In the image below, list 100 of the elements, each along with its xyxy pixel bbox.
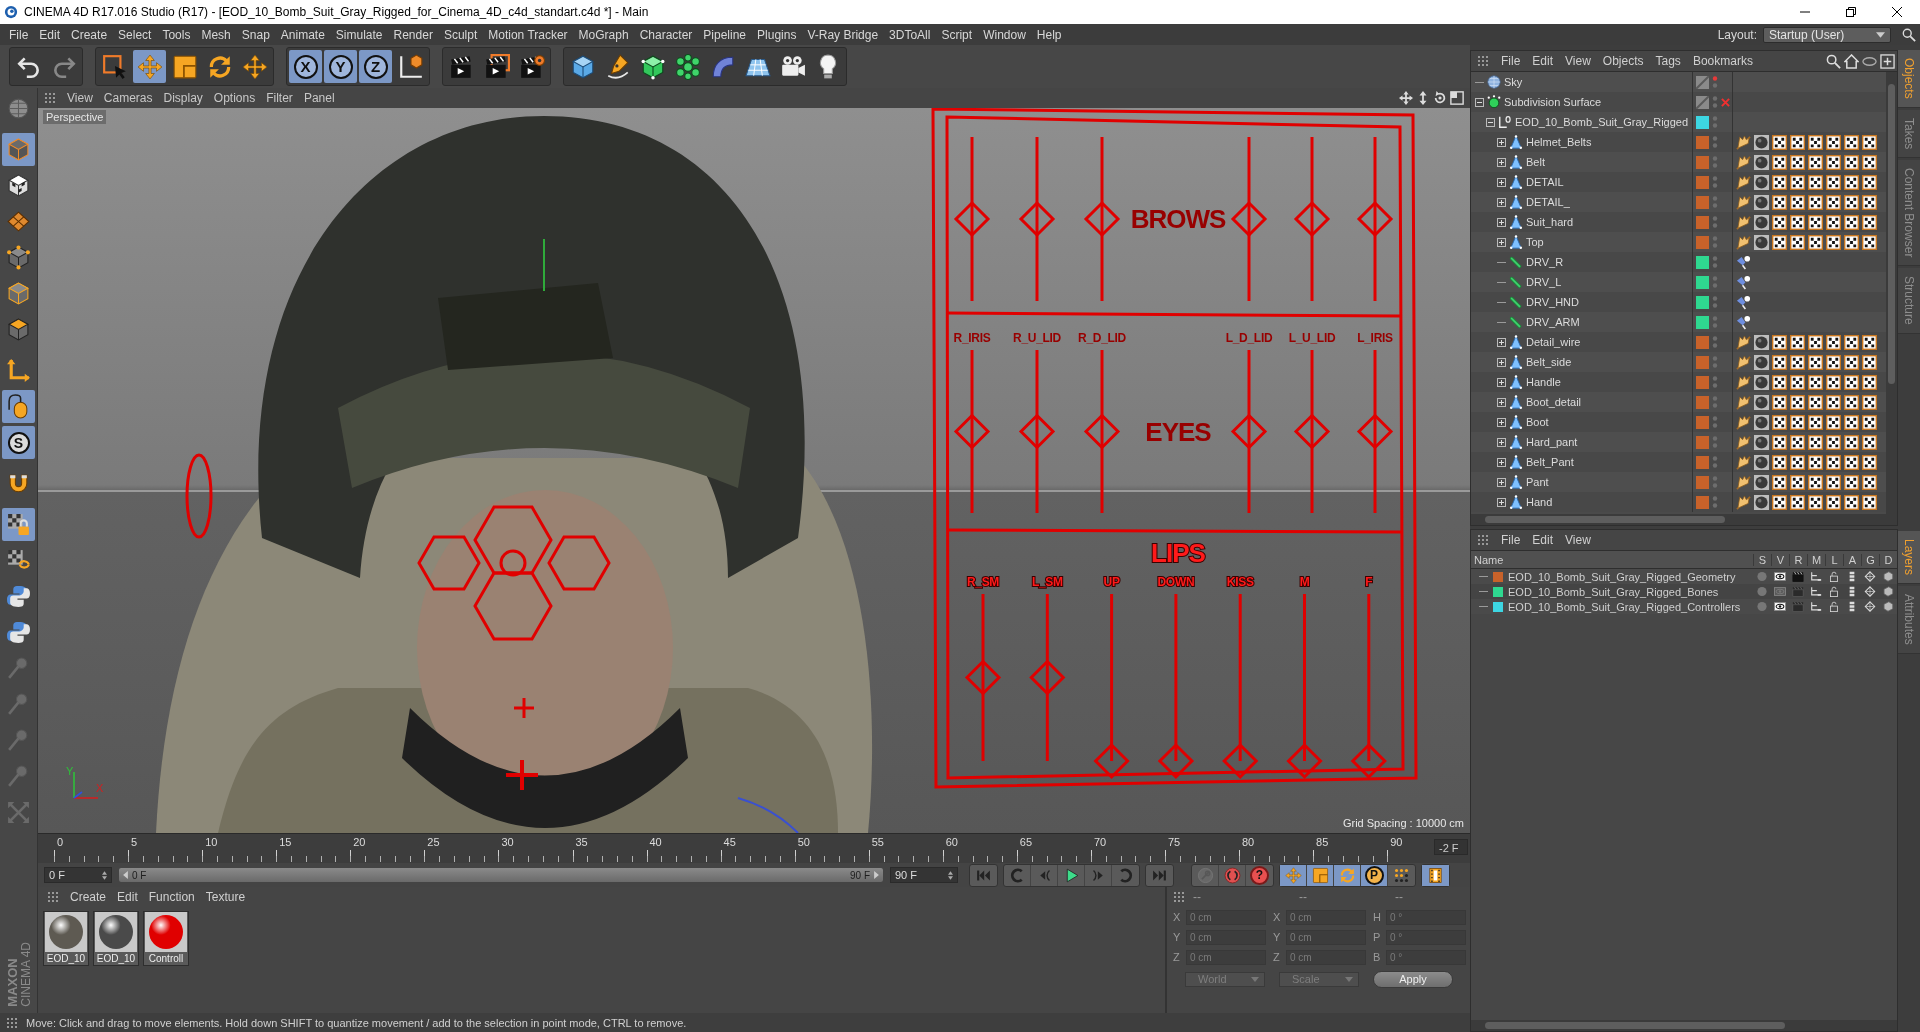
rotation-key-button[interactable] bbox=[1334, 864, 1361, 886]
material-tile[interactable]: EOD_10 bbox=[93, 911, 139, 966]
eye-icon[interactable] bbox=[1774, 571, 1786, 582]
menu-item[interactable]: View bbox=[1565, 54, 1591, 68]
menu-item[interactable]: Render bbox=[393, 27, 433, 42]
spinner-icon[interactable] bbox=[102, 870, 107, 880]
column-header[interactable]: R bbox=[1789, 553, 1807, 566]
menu-item[interactable]: Edit bbox=[1532, 54, 1554, 68]
start-frame-field[interactable]: 0 F bbox=[44, 867, 112, 883]
solo-button[interactable]: S bbox=[2, 426, 35, 459]
search-icon[interactable] bbox=[1902, 27, 1916, 42]
menu-item[interactable]: Sculpt bbox=[443, 27, 478, 42]
menu-item[interactable]: Panel bbox=[303, 91, 335, 105]
menu-item[interactable]: Character bbox=[639, 27, 693, 42]
end-frame-field[interactable]: 90 F bbox=[890, 867, 958, 883]
clapper-icon[interactable] bbox=[1792, 571, 1804, 582]
unlock-icon[interactable] bbox=[1828, 601, 1840, 612]
grip-icon[interactable] bbox=[6, 1016, 18, 1029]
menu-item[interactable]: Texture bbox=[205, 890, 246, 904]
position-key-button[interactable] bbox=[1280, 864, 1307, 886]
scroll-thumb[interactable] bbox=[1888, 84, 1895, 384]
menu-item[interactable]: Tools bbox=[162, 27, 191, 42]
menu-item[interactable]: Snap bbox=[241, 27, 270, 42]
hexagon-icon[interactable] bbox=[1882, 601, 1894, 612]
menu-item[interactable]: MoGraph bbox=[578, 27, 629, 42]
menu-item[interactable]: Pipeline bbox=[703, 27, 747, 42]
menu-item[interactable]: Mesh bbox=[201, 27, 231, 42]
column-header[interactable]: D bbox=[1879, 553, 1897, 566]
menu-item[interactable]: Edit bbox=[39, 27, 61, 42]
unlock-icon[interactable] bbox=[1828, 586, 1840, 597]
menu-item[interactable]: Options bbox=[213, 91, 256, 105]
menu-item[interactable]: Objects bbox=[1602, 54, 1644, 68]
unlock-icon[interactable] bbox=[1828, 571, 1840, 582]
column-header[interactable]: S bbox=[1753, 553, 1771, 566]
column-header[interactable]: G bbox=[1861, 553, 1879, 566]
orbit-icon[interactable] bbox=[1433, 91, 1447, 105]
home-icon[interactable] bbox=[1844, 53, 1859, 69]
menu-item[interactable]: Select bbox=[118, 27, 152, 42]
add-panel-icon[interactable] bbox=[1880, 53, 1895, 69]
scroll-thumb[interactable] bbox=[1485, 1022, 1785, 1029]
dot-icon[interactable] bbox=[1756, 586, 1768, 597]
horizontal-scrollbar[interactable] bbox=[1471, 514, 1897, 525]
column-header[interactable]: L bbox=[1825, 553, 1843, 566]
menu-item[interactable]: 3DToAll bbox=[889, 27, 931, 42]
spinner-icon[interactable] bbox=[948, 870, 953, 880]
material-tile[interactable]: Controll bbox=[143, 911, 189, 966]
grip-icon[interactable] bbox=[1173, 891, 1185, 903]
layer-swatch-icon[interactable] bbox=[1493, 601, 1503, 612]
menu-item[interactable]: Filter bbox=[266, 91, 293, 105]
menu-item[interactable]: Display bbox=[163, 91, 203, 105]
layer-swatch-icon[interactable] bbox=[1493, 571, 1503, 582]
scroll-thumb[interactable] bbox=[1485, 516, 1725, 523]
view-layout-icon[interactable] bbox=[1450, 91, 1464, 105]
column-header[interactable]: M bbox=[1807, 553, 1825, 566]
status-dots-icon[interactable] bbox=[1712, 75, 1718, 89]
menu-item[interactable]: V-Ray Bridge bbox=[807, 27, 879, 42]
dot-icon[interactable] bbox=[1756, 601, 1768, 612]
column-header[interactable]: V bbox=[1771, 553, 1789, 566]
grip-icon[interactable] bbox=[1477, 55, 1489, 67]
snap-button[interactable] bbox=[2, 508, 35, 541]
timeline-key-button[interactable] bbox=[1422, 864, 1449, 886]
side-tab[interactable]: Objects bbox=[1898, 50, 1920, 108]
menu-item[interactable]: Plugins bbox=[757, 27, 797, 42]
eye-icon[interactable] bbox=[1774, 601, 1786, 612]
menu-item[interactable]: Create bbox=[71, 27, 108, 42]
hexagon-icon[interactable] bbox=[1882, 571, 1894, 582]
menu-item[interactable]: Edit bbox=[1532, 533, 1554, 547]
search-icon[interactable] bbox=[1826, 53, 1841, 69]
horizontal-scrollbar[interactable] bbox=[1471, 1020, 1897, 1031]
left-arrow-icon[interactable] bbox=[123, 871, 128, 879]
menu-item[interactable]: Simulate bbox=[335, 27, 383, 42]
right-arrow-icon[interactable] bbox=[874, 871, 879, 879]
vertical-scrollbar[interactable] bbox=[1886, 72, 1897, 514]
menu-item[interactable]: File bbox=[1501, 54, 1521, 68]
hierarchy-icon[interactable] bbox=[1810, 571, 1822, 582]
dot-icon[interactable] bbox=[1756, 571, 1768, 582]
apply-button[interactable]: Apply bbox=[1373, 970, 1453, 988]
menu-item[interactable]: View bbox=[1565, 533, 1591, 547]
axis-lock-button[interactable]: Z bbox=[359, 50, 392, 83]
axis-lock-button[interactable]: X bbox=[289, 50, 322, 83]
menu-item[interactable]: File bbox=[1501, 533, 1521, 547]
layout-dropdown[interactable]: Startup (User) bbox=[1763, 26, 1891, 43]
material-tile[interactable]: EOD_10 bbox=[43, 911, 89, 966]
no-layer-icon[interactable] bbox=[1696, 95, 1709, 109]
menu-item[interactable]: Create bbox=[70, 890, 107, 904]
menu-item[interactable]: Bookmarks bbox=[1692, 54, 1753, 68]
menu-item[interactable]: Cameras bbox=[103, 91, 153, 105]
menu-item[interactable]: File bbox=[9, 27, 29, 42]
menu-item[interactable]: Animate bbox=[280, 27, 325, 42]
grip-icon[interactable] bbox=[44, 92, 56, 104]
column-header[interactable]: Name bbox=[1471, 553, 1753, 566]
hexagon-icon[interactable] bbox=[1882, 586, 1894, 597]
hierarchy-icon[interactable] bbox=[1810, 586, 1822, 597]
column-header[interactable]: A bbox=[1843, 553, 1861, 566]
menu-item[interactable]: Motion Tracker bbox=[488, 27, 568, 42]
menu-item[interactable]: Help bbox=[1036, 27, 1062, 42]
menu-item[interactable]: Edit bbox=[117, 890, 138, 904]
timeline-ruler[interactable]: 0 5 10 15 20 25 30 35 40 45 50 55 60 65 70 75 80 85 90 -2 F bbox=[38, 833, 1470, 863]
object-row[interactable]: Sky bbox=[1471, 72, 1886, 92]
range-slider[interactable]: 0 F 90 F bbox=[119, 868, 883, 882]
